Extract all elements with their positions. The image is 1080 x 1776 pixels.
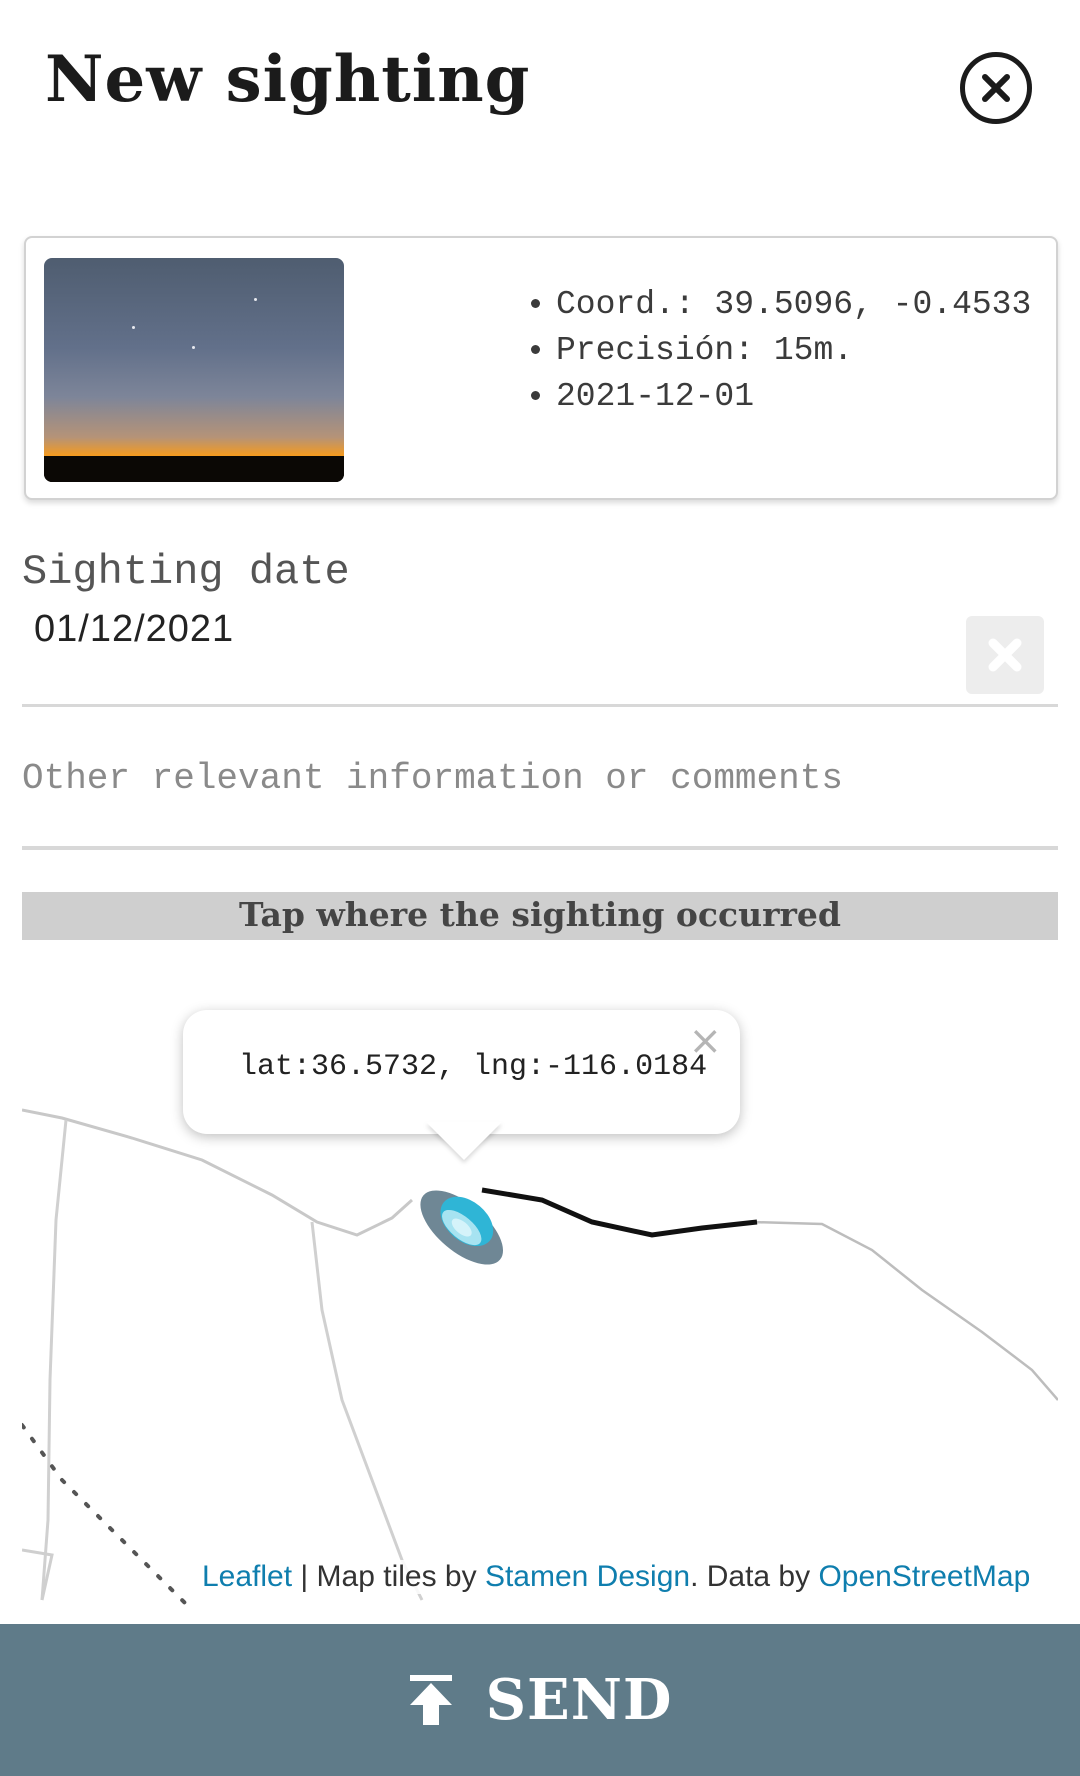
popup-tip [426,1122,502,1160]
attribution-text: . Data by [690,1560,819,1593]
popup-close-button[interactable]: × [688,1018,722,1064]
map-popup: lat:36.5732, lng:-116.0184 × [183,1010,740,1134]
sighting-photo [44,258,344,482]
osm-link[interactable]: OpenStreetMap [818,1560,1030,1593]
send-button-label: SEND [485,1667,673,1733]
map-attribution: Leaflet | Map tiles by Stamen Design. Da… [202,1560,1031,1594]
map-instruction-banner: Tap where the sighting occurred [22,892,1058,940]
page-title: New sighting [45,42,531,117]
attribution-text: | Map tiles by [292,1560,485,1593]
close-button[interactable] [960,52,1032,124]
sighting-date-label: Sighting date [22,548,350,596]
photo-coordinates: Coord.: 39.5096, -0.4533 [556,282,1031,328]
photo-card: Coord.: 39.5096, -0.4533 Precisión: 15m.… [24,236,1058,500]
photo-precision: Precisión: 15m. [556,328,1031,374]
x-icon [988,638,1022,672]
photo-metadata-list: Coord.: 39.5096, -0.4533 Precisión: 15m.… [526,282,1031,420]
leaflet-link[interactable]: Leaflet [202,1560,292,1593]
popup-coordinates: lat:36.5732, lng:-116.0184 [239,1050,708,1084]
photo-date: 2021-12-01 [556,374,1031,420]
ufo-marker-icon[interactable] [410,1176,516,1276]
stamen-link[interactable]: Stamen Design [485,1560,690,1593]
comments-textarea[interactable] [22,740,1058,850]
sighting-date-input[interactable]: 01/12/2021 [34,608,234,651]
divider [22,704,1058,707]
close-icon [982,74,1010,102]
upload-arrow-icon [409,1675,452,1725]
clear-date-button[interactable] [966,616,1044,694]
send-button[interactable]: SEND [0,1624,1080,1776]
